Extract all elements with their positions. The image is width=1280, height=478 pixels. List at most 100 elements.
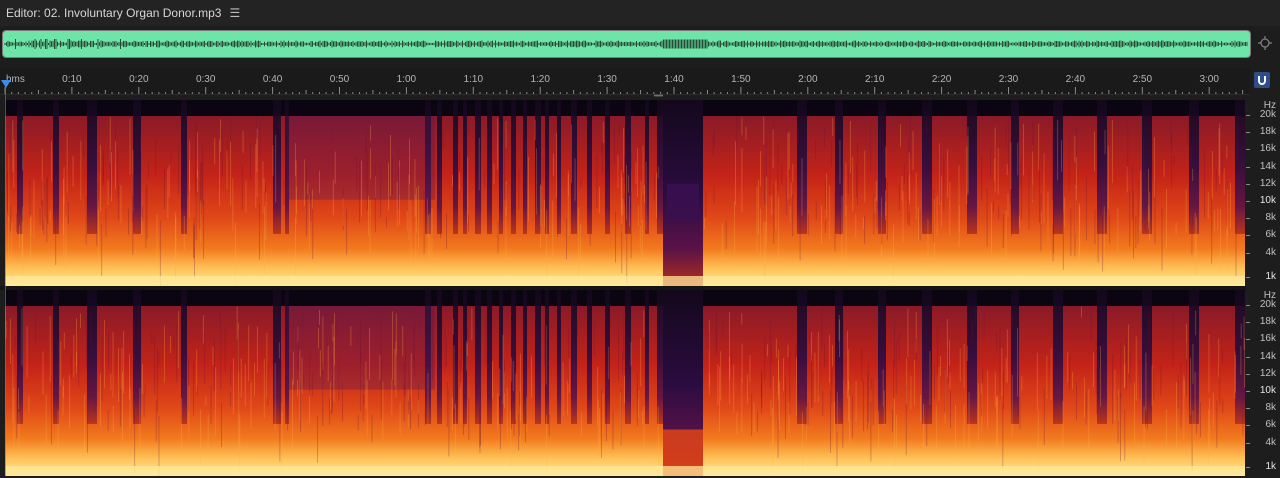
frequency-tick [1246,149,1250,151]
spectral-gap [475,100,481,234]
spectral-gap [657,290,663,424]
waveform-overview[interactable] [2,30,1251,58]
ruler-tick-label: 2:10 [865,74,885,85]
spectral-gap [535,100,541,234]
frequency-label: 1k [1265,461,1276,472]
ruler-tick-label: 1:50 [731,74,751,85]
frequency-label: 18k [1259,316,1276,328]
spectral-gap [878,290,886,424]
time-ruler[interactable]: hms 0:10 0:20 0:30 0:40 0:50 1:00 1:10 1:20 1:30… [0,68,1250,95]
spectrogram-right-svg [5,290,1245,476]
frequency-label: 18k [1259,126,1276,138]
spectral-gap [53,290,59,424]
spectral-gap [463,100,467,234]
frequency-tick [1246,115,1250,116]
spectral-gap [87,290,97,424]
magnet-snap-icon [1258,76,1266,85]
ruler-tick-label: 2:20 [932,74,952,85]
spectral-gap [437,100,442,234]
spectral-gap [133,100,141,234]
frequency-label: 12k [1259,177,1276,189]
frequency-label: 6k [1265,419,1276,431]
frequency-label: 12k [1259,367,1276,379]
hamburger-menu-icon[interactable]: ☰ [229,6,240,20]
ruler-tick-label: 2:40 [1066,74,1086,85]
frequency-tick [1246,391,1250,392]
spectral-gap [17,100,23,234]
ruler-tick-label: 1:40 [664,74,684,85]
editor-titlebar: Editor: 02. Involuntary Organ Donor.mp3 … [0,0,1280,26]
ruler-tick-label: 0:30 [196,74,216,85]
ruler-tick-label: 1:00 [397,74,417,85]
frequency-label: 14k [1259,350,1276,362]
frequency-label: 10k [1259,195,1276,206]
spectral-gap [1097,290,1107,424]
frequency-tick [1246,201,1250,202]
frequency-tick [1246,356,1250,358]
frequency-scale-right: Hz 20k 18k 16k 14k 12k 10k 8k 6k 4k 1k [1246,290,1280,476]
spectral-low-band [5,276,1245,286]
spectral-gap [487,290,492,424]
spectrogram-right-channel[interactable] [5,290,1245,476]
spectral-gap [967,100,977,234]
frequency-tick [1246,425,1250,427]
frequency-tick [1246,277,1250,278]
spectral-gap [1235,100,1245,234]
playhead-line [5,88,6,476]
frequency-label: 16k [1259,143,1276,155]
spectrogram-left-svg [5,100,1245,286]
frequency-label: 4k [1265,436,1276,448]
frequency-label: 16k [1259,333,1276,345]
ruler-tick-label: 2:50 [1133,74,1153,85]
ruler-tick-label: 1:10 [464,74,484,85]
frequency-tick [1246,235,1250,237]
frequency-tick [1246,339,1250,341]
ruler-tick-label: 0:20 [129,74,149,85]
frequency-tick [1246,183,1250,185]
frequency-label: 8k [1265,212,1276,224]
frequency-label: 6k [1265,229,1276,241]
spectral-break-mid [667,183,699,221]
frequency-tick [1246,252,1250,254]
snap-toggle-button[interactable] [1254,72,1270,88]
zoom-to-fit-icon[interactable] [1257,35,1273,51]
frequency-label: 10k [1259,385,1276,396]
ruler-tick-label: 2:00 [798,74,818,85]
spectral-gap [605,100,610,234]
spectral-gap [181,100,187,234]
ruler-tick-label: 0:40 [263,74,283,85]
spectral-gap [87,100,97,234]
spectral-gap [499,100,503,234]
spectral-gap [437,290,442,424]
playhead-marker[interactable] [1,80,11,88]
frequency-tick [1246,322,1250,324]
frequency-label: 1k [1265,271,1276,282]
time-ruler-svg: hms 0:10 0:20 0:30 0:40 0:50 1:00 1:10 1:20 1:30… [4,74,1244,94]
frequency-label: 4k [1265,246,1276,258]
frequency-tick [1246,305,1250,306]
frequency-tick [1246,166,1250,168]
frequency-tick [1246,467,1250,468]
ruler-tick-label: 3:00 [1199,74,1219,85]
ruler-tick-label: 2:30 [999,74,1019,85]
frequency-label: 8k [1265,402,1276,414]
spectral-gap [835,290,843,424]
overview-waveform-svg [3,31,1250,57]
ruler-tick-label: 1:30 [597,74,617,85]
frequency-scale-left: Hz 20k 18k 16k 14k 12k 10k 8k 6k 4k 1k [1246,100,1280,286]
frequency-tick [1246,132,1250,134]
spectral-gap [1053,290,1063,424]
spectrogram-left-channel[interactable] [5,100,1245,286]
spectral-gap [511,100,516,234]
spectral-gap [922,100,932,234]
spectral-texture [285,116,435,200]
spectral-gap [523,100,527,234]
spectral-gap [625,100,631,234]
spectral-gap [499,290,503,424]
frequency-tick [1246,408,1250,410]
frequency-label: 14k [1259,160,1276,172]
spectral-gap [587,100,592,234]
ruler-tick-label: 1:20 [530,74,550,85]
spectral-gap [605,290,610,424]
editor-title: Editor: 02. Involuntary Organ Donor.mp3 [6,6,222,20]
